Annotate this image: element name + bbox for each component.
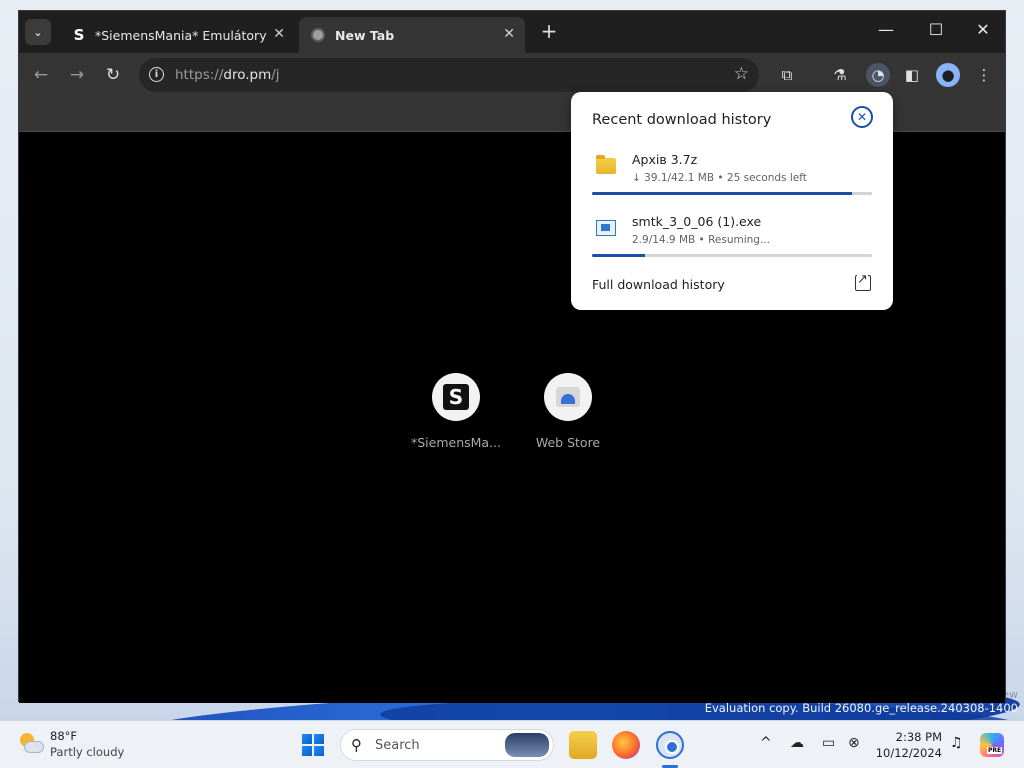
clock-time: 2:38 PM [895,730,942,744]
popup-title: Recent download history [592,112,772,128]
folder-archive-icon [596,155,616,174]
address-bar[interactable]: i https://dro.pm/j ☆ [139,58,759,92]
tab-siemensmania[interactable]: S *SiemensMania* Emulátory ✕ [59,17,295,53]
search-label: Search [375,738,420,753]
tab-label: *SiemensMania* Emulátory [95,27,267,43]
start-button[interactable] [302,734,324,756]
search-highlight-image [505,733,549,757]
shortcut-web-store[interactable]: Web Store [520,373,616,450]
windows-logo-pane [302,746,312,756]
full-download-history-link[interactable]: Full download history [592,277,725,292]
windows-logo-pane [314,746,324,756]
siemensmania-favicon-icon: S [73,26,85,44]
copilot-badge: PRE [987,747,1003,754]
download-history-popup: Recent download history ✕ Архів 3.7z ↓ 3… [571,92,893,310]
close-tab-icon[interactable]: ✕ [503,26,515,42]
minimize-button[interactable]: — [871,20,901,39]
shortcut-tile [544,373,592,421]
download-progress-bar [592,192,872,195]
windows-logo-pane [302,734,312,744]
siemensmania-logo-icon: S [443,384,469,410]
forward-button[interactable]: → [65,63,89,87]
plus-icon: + [540,19,558,43]
shortcut-siemensmania[interactable]: S *SiemensMa... [408,373,504,450]
extensions-icon[interactable]: ⧉ [775,63,799,87]
firefox-icon[interactable] [612,731,640,759]
download-status: ↓ 39.1/42.1 MB • 25 seconds left [632,172,807,184]
shortcut-label: *SiemensMa... [410,435,501,450]
tab-search-button[interactable]: ⌄ [25,19,51,45]
more-menu-icon[interactable]: ⋮ [972,63,996,87]
browser-app-icon[interactable] [656,731,684,759]
close-window-button[interactable]: ✕ [968,20,998,39]
open-external-icon[interactable] [855,272,871,291]
globe-icon [311,28,325,42]
side-panel-icon[interactable]: ◧ [900,63,924,87]
labs-flask-icon[interactable]: ⚗ [828,63,852,87]
back-button[interactable]: ← [29,63,53,87]
arrow-left-icon: ← [33,65,49,85]
exe-icon [596,220,616,236]
partly-cloudy-icon[interactable] [18,733,44,755]
reload-button[interactable]: ↻ [101,63,125,87]
web-store-icon [556,387,580,407]
bookmark-star-icon[interactable]: ☆ [734,64,749,84]
new-tab-button[interactable]: + [537,19,561,43]
download-progress-bar [592,254,872,257]
taskbar: 88°F Partly cloudy ⚲ Search ^ ☁ ▭ ⊗ 2:38… [0,720,1024,768]
tab-strip: ⌄ S *SiemensMania* Emulátory ✕ New Tab ✕… [19,11,1005,53]
arrow-right-icon: → [69,65,85,85]
progress-fill [592,254,646,257]
notification-bell-icon[interactable]: ♫ [950,735,963,751]
weather-condition[interactable]: Partly cloudy [50,745,124,759]
download-status: 2.9/14.9 MB • Resuming... [632,234,770,246]
reload-icon: ↻ [105,65,121,85]
file-explorer-icon[interactable] [569,731,597,759]
cloud-shape [24,741,44,753]
download-file-name: Архів 3.7z [632,152,698,167]
download-file-name: smtk_3_0_06 (1).exe [632,214,762,229]
url-text[interactable]: https://dro.pm/j [175,67,280,83]
downloads-icon[interactable]: ◔ [866,63,890,87]
windows-logo-pane [314,734,324,744]
network-icon[interactable]: ▭ [822,735,835,751]
cloud-offline-icon[interactable]: ☁ [790,735,804,751]
chevron-down-icon: ⌄ [33,25,43,39]
volume-muted-icon[interactable]: ⊗ [848,735,860,751]
progress-fill [592,192,853,195]
taskbar-search[interactable]: ⚲ Search [340,729,554,761]
toolbar: ← → ↻ i https://dro.pm/j ☆ ⧉ ⚗ ◔ ◧ ● ⋮ [19,53,1005,97]
maximize-button[interactable]: ☐ [921,20,951,39]
evaluation-watermark: Evaluation copy. Build 26080.ge_release.… [704,701,1018,715]
close-tab-icon[interactable]: ✕ [273,26,285,42]
tab-new-tab[interactable]: New Tab ✕ [299,17,525,53]
search-icon: ⚲ [351,736,362,754]
close-icon[interactable]: ✕ [851,106,873,128]
weather-temperature[interactable]: 88°F [50,729,77,743]
site-info-icon[interactable]: i [149,67,164,82]
tab-label: New Tab [335,27,395,43]
shortcut-label: Web Store [535,435,601,450]
show-hidden-icons-icon[interactable]: ^ [760,735,772,751]
clock-date: 10/12/2024 [875,746,942,760]
download-item[interactable]: Архів 3.7z ↓ 39.1/42.1 MB • 25 seconds l… [592,152,872,212]
shortcut-tile: S [432,373,480,421]
clock[interactable]: 2:38 PM 10/12/2024 [872,729,942,761]
download-item[interactable]: smtk_3_0_06 (1).exe 2.9/14.9 MB • Resumi… [592,214,872,274]
profile-avatar-icon[interactable]: ● [936,63,960,87]
